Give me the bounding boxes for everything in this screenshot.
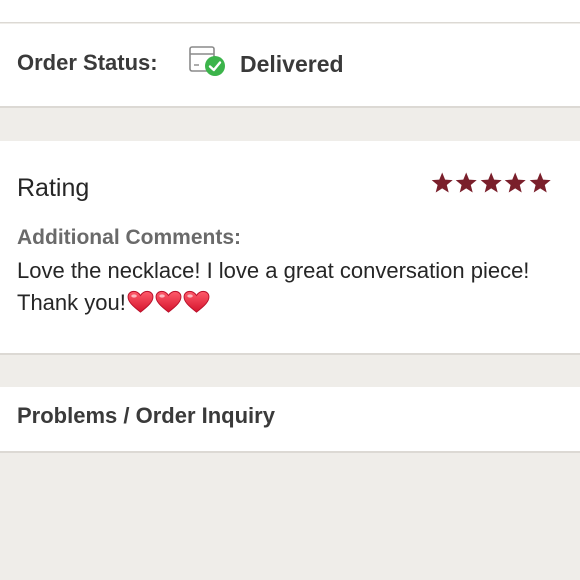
heart-emoji-group: [126, 290, 210, 323]
order-status-card: Order Status: Delivered: [0, 24, 580, 108]
order-inquiry-link[interactable]: Problems / Order Inquiry: [17, 403, 275, 429]
comments-body: Love the necklace! I love a great conver…: [17, 258, 530, 315]
order-inquiry-card[interactable]: Problems / Order Inquiry: [0, 387, 580, 453]
star-icon: [504, 172, 526, 193]
rating-card: Rating Additional Comments: Love the nec…: [0, 141, 580, 355]
rating-title: Rating: [17, 174, 90, 202]
comments-label: Additional Comments:: [17, 226, 241, 249]
star-icon: [529, 172, 551, 193]
heart-emoji-icon: [126, 290, 154, 319]
order-status-label: Order Status:: [17, 50, 158, 75]
order-status-value: Delivered: [240, 51, 344, 77]
package-delivered-icon: [188, 43, 228, 79]
star-icon: [456, 172, 478, 193]
heart-emoji-icon: [182, 290, 210, 319]
star-icon: [480, 172, 502, 193]
star-rating: [430, 171, 552, 195]
star-icon: [431, 172, 453, 193]
heart-emoji-icon: [154, 290, 182, 319]
comments-text: Love the necklace! I love a great conver…: [17, 255, 557, 323]
previous-card: [0, 0, 580, 23]
